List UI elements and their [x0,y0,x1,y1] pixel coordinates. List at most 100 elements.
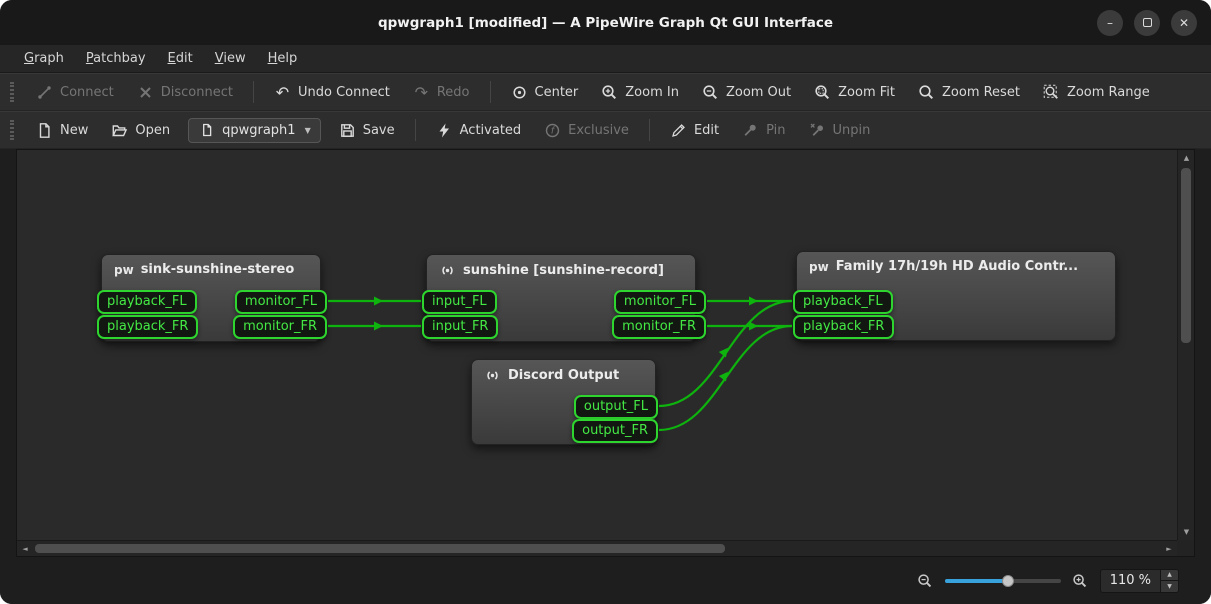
port-output-fl[interactable]: output_FL [574,395,658,419]
zoom-range-button[interactable]: Zoom Range [1033,78,1160,107]
zoom-in-label: Zoom In [625,85,679,100]
node-family-hd-audio[interactable]: pw Family 17h/19h HD Audio Contr... play… [796,251,1116,341]
edge-arrow [719,369,732,382]
zoom-value[interactable]: 110 % [1101,570,1160,592]
zoom-slider-fill [945,579,1009,583]
save-button[interactable]: Save [329,116,405,145]
maximize-icon [1143,18,1152,27]
zoom-reset-button[interactable]: Zoom Reset [908,78,1030,107]
new-button[interactable]: New [26,116,98,145]
zoom-in-icon [601,84,618,101]
open-folder-icon [111,122,128,139]
open-button[interactable]: Open [101,116,180,145]
connect-button[interactable]: Connect [26,78,124,107]
undo-connect-label: Undo Connect [298,85,390,100]
port-output-fr[interactable]: output_FR [572,419,658,443]
node-title-label: sunshine [sunshine-record] [463,263,664,278]
port-playback-fr-in[interactable]: playback_FR [97,315,198,339]
zoom-spinbox[interactable]: 110 % ▲ ▼ [1100,569,1179,593]
zoom-fit-icon [814,84,831,101]
unpin-label: Unpin [833,123,871,138]
zoom-reset-icon [918,84,935,101]
toolbar-separator [490,81,491,103]
toolbar-drag-handle[interactable] [10,82,14,102]
port-monitor-fr-out[interactable]: monitor_FR [233,315,327,339]
zoom-in-icon[interactable] [1072,572,1089,589]
node-title-label: sink-sunshine-stereo [141,262,295,277]
zoom-out-button[interactable]: Zoom Out [692,78,801,107]
port-monitor-fl-out[interactable]: monitor_FL [614,290,706,314]
chevron-down-icon: ▼ [305,126,311,135]
minimize-button[interactable]: – [1097,10,1123,36]
undo-connect-button[interactable]: ↶ Undo Connect [264,78,400,107]
node-discord-output[interactable]: Discord Output output_FL output_FR [471,359,656,445]
maximize-button[interactable] [1134,10,1160,36]
scroll-up-button[interactable]: ▲ [1178,150,1195,166]
session-combobox[interactable]: qpwgraph1 ▼ [188,118,321,143]
graph-canvas[interactable]: pw sink-sunshine-stereo playback_FL play… [17,150,1177,540]
media-icon [484,367,501,384]
menu-help[interactable]: Help [258,48,308,69]
edit-label: Edit [694,123,719,138]
redo-button[interactable]: ↷ Redo [403,78,480,107]
redo-label: Redo [437,85,470,100]
menubar: Graph Patchbay Edit View Help [0,45,1211,73]
spin-down-icon: ▼ [1167,583,1172,590]
zoom-out-icon[interactable] [917,572,934,589]
port-monitor-fr-out[interactable]: monitor_FR [612,315,706,339]
edit-button[interactable]: Edit [660,116,729,145]
exclusive-icon: f [544,122,561,139]
menu-patchbay[interactable]: Patchbay [76,48,156,69]
node-title: pw sink-sunshine-stereo [102,255,320,277]
toolbar-edit: Connect Disconnect ↶ Undo Connect ↷ Redo [0,73,1211,111]
horizontal-scrollbar-thumb[interactable] [35,544,725,553]
zoom-out-icon [702,84,719,101]
connect-icon [36,84,53,101]
center-icon [511,84,528,101]
port-playback-fl-in[interactable]: playback_FL [793,290,893,314]
port-playback-fl-in[interactable]: playback_FL [97,290,197,314]
menu-graph[interactable]: Graph [14,48,74,69]
node-title: Discord Output [472,360,655,384]
open-label: Open [135,123,170,138]
zoom-slider-handle[interactable] [1002,575,1014,587]
vertical-scrollbar[interactable]: ▲ ▼ [1177,150,1194,540]
activated-button[interactable]: Activated [426,116,532,145]
port-input-fr[interactable]: input_FR [422,315,498,339]
titlebar[interactable]: qpwgraph1 [modified] — A PipeWire Graph … [0,0,1211,45]
edge-layer [17,150,1177,540]
zoom-in-button[interactable]: Zoom In [591,78,689,107]
spin-up-button[interactable]: ▲ [1161,570,1178,581]
toolbar-separator [253,81,254,103]
connect-label: Connect [60,85,114,100]
close-button[interactable]: ✕ [1171,10,1197,36]
edge-arrow [374,297,383,306]
port-input-fl[interactable]: input_FL [422,290,497,314]
zoom-fit-button[interactable]: Zoom Fit [804,78,905,107]
zoom-slider[interactable] [945,573,1061,589]
save-icon [339,122,356,139]
menu-edit[interactable]: Edit [158,48,203,69]
exclusive-button[interactable]: f Exclusive [534,116,639,145]
port-monitor-fl-out[interactable]: monitor_FL [235,290,327,314]
scroll-down-button[interactable]: ▼ [1178,524,1195,540]
horizontal-scrollbar[interactable]: ◄ ► [17,540,1177,556]
port-playback-fr-in[interactable]: playback_FR [793,315,894,339]
zoom-fit-label: Zoom Fit [838,85,895,100]
session-combobox-value: qpwgraph1 [222,123,295,138]
menu-view[interactable]: View [205,48,256,69]
center-button[interactable]: Center [501,78,589,107]
vertical-scrollbar-thumb[interactable] [1181,168,1191,343]
toolbar-drag-handle[interactable] [10,120,14,140]
disconnect-button[interactable]: Disconnect [127,78,243,107]
node-sink-sunshine-stereo[interactable]: pw sink-sunshine-stereo playback_FL play… [101,254,321,342]
unpin-button[interactable]: Unpin [799,116,881,145]
pin-label: Pin [766,123,785,138]
scroll-right-button[interactable]: ► [1161,541,1177,557]
scroll-left-button[interactable]: ◄ [17,541,33,557]
node-sunshine-record[interactable]: sunshine [sunshine-record] input_FL inpu… [426,254,696,342]
node-title: pw Family 17h/19h HD Audio Contr... [797,252,1115,274]
pin-button[interactable]: Pin [732,116,795,145]
save-label: Save [363,123,395,138]
spin-down-button[interactable]: ▼ [1161,580,1178,592]
